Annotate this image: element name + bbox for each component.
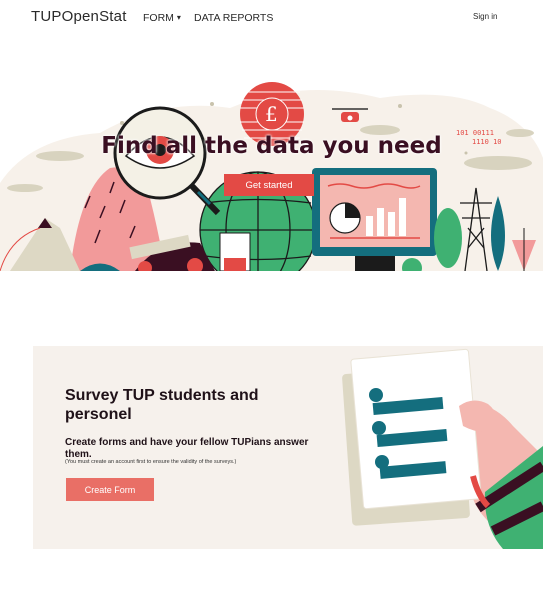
caret-down-icon: ▾ xyxy=(176,13,181,22)
pound-symbol: £ xyxy=(265,102,278,126)
survey-title: Survey TUP students and personel xyxy=(65,387,259,423)
create-form-button[interactable]: Create Form xyxy=(66,478,154,501)
survey-card: Survey TUP students and personel Create … xyxy=(33,346,543,549)
survey-note: (You must create an account first to ens… xyxy=(65,459,237,465)
get-started-button[interactable]: Get started xyxy=(224,174,314,196)
sign-in-link[interactable]: Sign in xyxy=(473,12,497,21)
nav-form-dropdown[interactable]: FORM ▾ xyxy=(143,12,181,24)
hero-banner: £ 101 00111 1110 10 Find all the data yo… xyxy=(0,78,543,271)
nav-data-reports-link[interactable]: DATA REPORTS xyxy=(194,12,273,24)
hero-title: Find all the data you need xyxy=(101,133,442,159)
top-navbar: TUPOpenStat FORM ▾ DATA REPORTS Sign in xyxy=(0,0,543,36)
survey-subtitle: Create forms and have your fellow TUPian… xyxy=(65,437,309,460)
brand-logo-text[interactable]: TUPOpenStat xyxy=(31,8,127,25)
nav-form-label: FORM xyxy=(143,12,174,24)
